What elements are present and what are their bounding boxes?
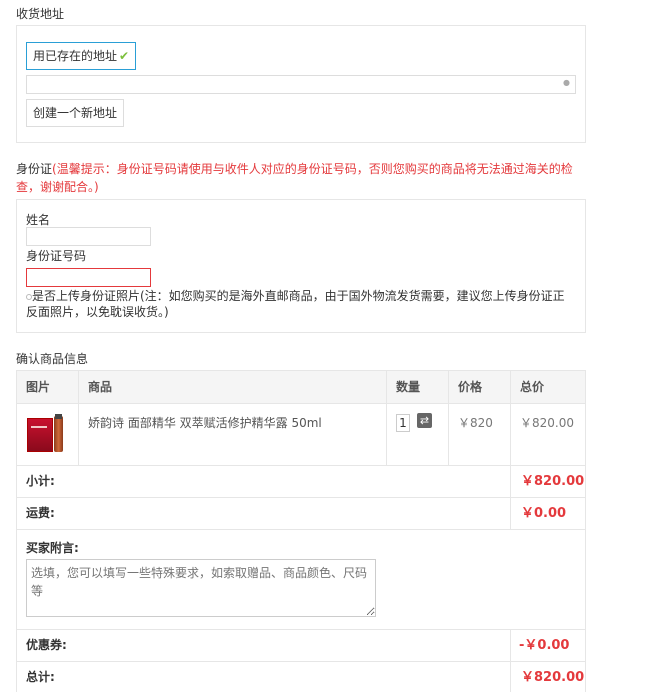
order-table: 图片 商品 数量 价格 总价 娇韵诗 面部精华 双萃赋活修护精华露 50ml 1… xyxy=(16,370,586,692)
subtotal-label: 小计: xyxy=(26,474,55,488)
address-box: 用已存在的地址 ✔ ● 创建一个新地址 xyxy=(16,25,586,143)
use-existing-address-button[interactable]: 用已存在的地址 ✔ xyxy=(26,42,137,70)
name-label: 姓名 xyxy=(26,213,51,227)
shipping-row: 运费: ￥0.00 xyxy=(17,497,585,530)
header-qty: 数量 xyxy=(396,380,421,394)
shipping-value: ￥0.00 xyxy=(521,506,567,521)
header-total: 总价 xyxy=(520,380,545,394)
upload-id-row: 是否上传身份证照片(注：如您购买的是海外直邮商品，由于国外物流发货需要，建议您上… xyxy=(26,288,571,320)
order-section-title: 确认商品信息 xyxy=(16,352,89,366)
product-image[interactable] xyxy=(27,414,67,454)
header-product: 商品 xyxy=(88,380,113,394)
qty-input[interactable]: 1 xyxy=(396,414,410,432)
item-total: ￥820.00 xyxy=(520,416,574,430)
coupon-row: 优惠券: -￥0.00 xyxy=(17,629,585,662)
address-section-title: 收货地址 xyxy=(16,7,65,21)
idcard-box: 姓名 身份证号码 是否上传身份证照片(注：如您购买的是海外直邮商品，由于国外物流… xyxy=(16,199,586,333)
idcard-heading: 身份证(温馨提示：身份证号码请使用与收件人对应的身份证号码，否则您购买的商品将无… xyxy=(16,160,581,196)
message-row: 买家附言: xyxy=(17,529,585,629)
subtotal-row: 小计: ￥820.00 xyxy=(17,465,585,498)
create-new-address-button[interactable]: 创建一个新地址 xyxy=(26,99,125,127)
refresh-qty-icon[interactable]: ⇄ xyxy=(417,413,432,428)
header-price: 价格 xyxy=(458,380,483,394)
checkmark-icon: ✔ xyxy=(119,49,130,63)
coupon-label: 优惠券: xyxy=(26,638,67,652)
message-label: 买家附言: xyxy=(26,541,79,555)
total-label: 总计: xyxy=(26,670,55,684)
use-existing-address-label: 用已存在的地址 xyxy=(33,49,118,63)
id-number-label: 身份证号码 xyxy=(26,249,87,263)
name-input[interactable] xyxy=(26,227,151,246)
message-textarea[interactable] xyxy=(26,559,376,617)
coupon-value: -￥0.00 xyxy=(519,638,570,653)
idcard-notice: (温馨提示：身份证号码请使用与收件人对应的身份证号码，否则您购买的商品将无法通过… xyxy=(16,162,573,194)
total-value: ￥820.00 xyxy=(521,670,585,685)
item-price: ￥820 xyxy=(458,416,493,430)
upload-id-hint: 是否上传身份证照片(注：如您购买的是海外直邮商品，由于国外物流发货需要，建议您上… xyxy=(26,289,565,319)
table-row: 娇韵诗 面部精华 双萃赋活修护精华露 50ml 1 ⇄ ￥820 ￥820.00 xyxy=(17,403,585,465)
shipping-label: 运费: xyxy=(26,506,55,520)
header-image: 图片 xyxy=(26,380,51,394)
product-name[interactable]: 娇韵诗 面部精华 双萃赋活修护精华露 50ml xyxy=(88,414,322,431)
id-number-input[interactable] xyxy=(26,268,151,287)
address-select[interactable]: ● xyxy=(26,75,576,94)
dropdown-arrow-icon: ● xyxy=(563,78,570,87)
total-row: 总计: ￥820.00 xyxy=(17,661,585,692)
order-table-header: 图片 商品 数量 价格 总价 xyxy=(17,371,585,403)
idcard-title: 身份证 xyxy=(16,162,53,176)
subtotal-value: ￥820.00 xyxy=(521,474,585,489)
